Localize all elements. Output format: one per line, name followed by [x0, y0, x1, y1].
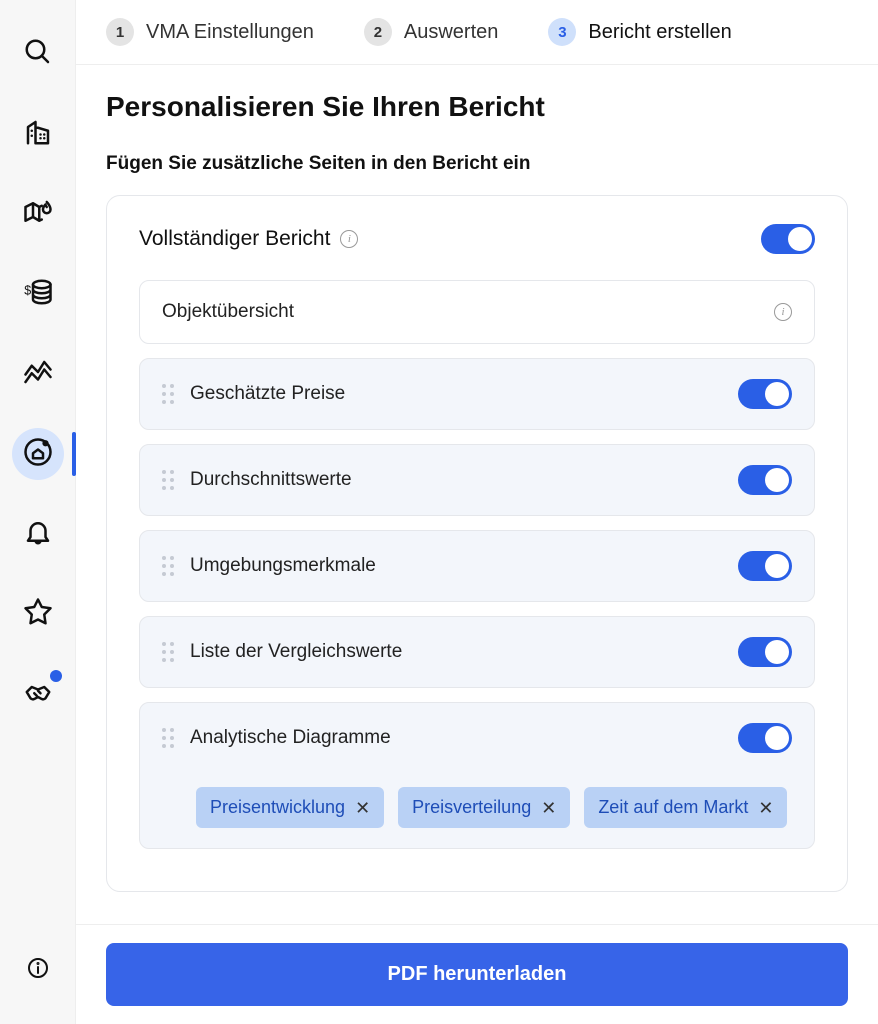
section-overview: Objektübersicht i	[139, 280, 815, 344]
footer: PDF herunterladen	[76, 924, 878, 1024]
chip-price-trend[interactable]: Preisentwicklung ✕	[196, 787, 384, 828]
chip-list: Preisentwicklung ✕ Preisverteilung ✕ Zei…	[196, 787, 826, 828]
drag-handle-icon[interactable]	[162, 728, 174, 748]
section-label: Durchschnittswerte	[190, 469, 722, 491]
sidebar-item-bell[interactable]	[12, 508, 64, 560]
section-estimated-prices[interactable]: Geschätzte Preise	[139, 358, 815, 430]
step-label: VMA Einstellungen	[146, 21, 314, 44]
search-icon	[23, 37, 53, 72]
sidebar-item-map-fire[interactable]	[12, 188, 64, 240]
info-icon	[26, 956, 50, 985]
section-label: Liste der Vergleichswerte	[190, 641, 722, 663]
step-label: Auswerten	[404, 21, 499, 44]
section-toggle[interactable]	[738, 637, 792, 667]
info-icon[interactable]: i	[774, 303, 792, 321]
close-icon[interactable]: ✕	[355, 799, 370, 817]
report-card: Vollständiger Bericht i Objektübersicht …	[106, 195, 848, 892]
sidebar: $	[0, 0, 76, 1024]
trend-icon	[23, 357, 53, 392]
section-averages[interactable]: Durchschnittswerte	[139, 444, 815, 516]
section-label: Umgebungsmerkmale	[190, 555, 722, 577]
svg-text:$: $	[24, 283, 31, 297]
section-environment[interactable]: Umgebungsmerkmale	[139, 530, 815, 602]
building-icon	[23, 117, 53, 152]
section-analytical-charts[interactable]: Analytische Diagramme Preisentwicklung ✕…	[139, 702, 815, 849]
handshake-icon	[23, 677, 53, 712]
close-icon[interactable]: ✕	[758, 799, 773, 817]
section-toggle[interactable]	[738, 379, 792, 409]
chip-label: Preisverteilung	[412, 797, 531, 818]
section-toggle[interactable]	[738, 551, 792, 581]
section-toggle[interactable]	[738, 723, 792, 753]
map-fire-icon	[23, 197, 53, 232]
sidebar-item-coins[interactable]: $	[12, 268, 64, 320]
drag-handle-icon[interactable]	[162, 556, 174, 576]
sidebar-item-info[interactable]	[12, 944, 64, 996]
step-2[interactable]: 2 Auswerten	[364, 18, 499, 46]
drag-handle-icon[interactable]	[162, 470, 174, 490]
subtitle: Fügen Sie zusätzliche Seiten in den Beri…	[106, 153, 848, 175]
section-toggle[interactable]	[738, 465, 792, 495]
star-icon	[23, 597, 53, 632]
chip-label: Preisentwicklung	[210, 797, 345, 818]
sidebar-item-trend[interactable]	[12, 348, 64, 400]
section-label: Objektübersicht	[162, 301, 758, 323]
full-report-toggle[interactable]	[761, 224, 815, 254]
drag-handle-icon[interactable]	[162, 642, 174, 662]
full-report-header: Vollständiger Bericht i	[139, 224, 815, 254]
step-label: Bericht erstellen	[588, 21, 731, 44]
section-comparables[interactable]: Liste der Vergleichswerte	[139, 616, 815, 688]
main: 1 VMA Einstellungen 2 Auswerten 3 Berich…	[76, 0, 878, 1024]
info-icon[interactable]: i	[340, 230, 358, 248]
section-label: Geschätzte Preise	[190, 383, 722, 405]
page-title: Personalisieren Sie Ihren Bericht	[106, 91, 848, 123]
notification-badge	[50, 670, 62, 682]
home-target-icon	[23, 437, 53, 472]
coins-icon: $	[23, 277, 53, 312]
sidebar-item-star[interactable]	[12, 588, 64, 640]
step-3[interactable]: 3 Bericht erstellen	[548, 18, 731, 46]
chip-time-on-market[interactable]: Zeit auf dem Markt ✕	[584, 787, 787, 828]
close-icon[interactable]: ✕	[541, 799, 556, 817]
step-bar: 1 VMA Einstellungen 2 Auswerten 3 Berich…	[76, 0, 878, 65]
chip-price-dist[interactable]: Preisverteilung ✕	[398, 787, 570, 828]
step-1[interactable]: 1 VMA Einstellungen	[106, 18, 314, 46]
sidebar-item-handshake[interactable]	[12, 668, 64, 720]
download-pdf-button[interactable]: PDF herunterladen	[106, 943, 848, 1006]
content: Personalisieren Sie Ihren Bericht Fügen …	[76, 65, 878, 924]
step-num: 2	[364, 18, 392, 46]
sidebar-item-search[interactable]	[12, 28, 64, 80]
drag-handle-icon[interactable]	[162, 384, 174, 404]
step-num: 1	[106, 18, 134, 46]
chip-label: Zeit auf dem Markt	[598, 797, 748, 818]
step-num: 3	[548, 18, 576, 46]
bell-icon	[23, 517, 53, 552]
full-report-label: Vollständiger Bericht	[139, 227, 330, 251]
sidebar-item-building[interactable]	[12, 108, 64, 160]
section-label: Analytische Diagramme	[190, 727, 722, 749]
sidebar-item-valuation[interactable]	[12, 428, 64, 480]
